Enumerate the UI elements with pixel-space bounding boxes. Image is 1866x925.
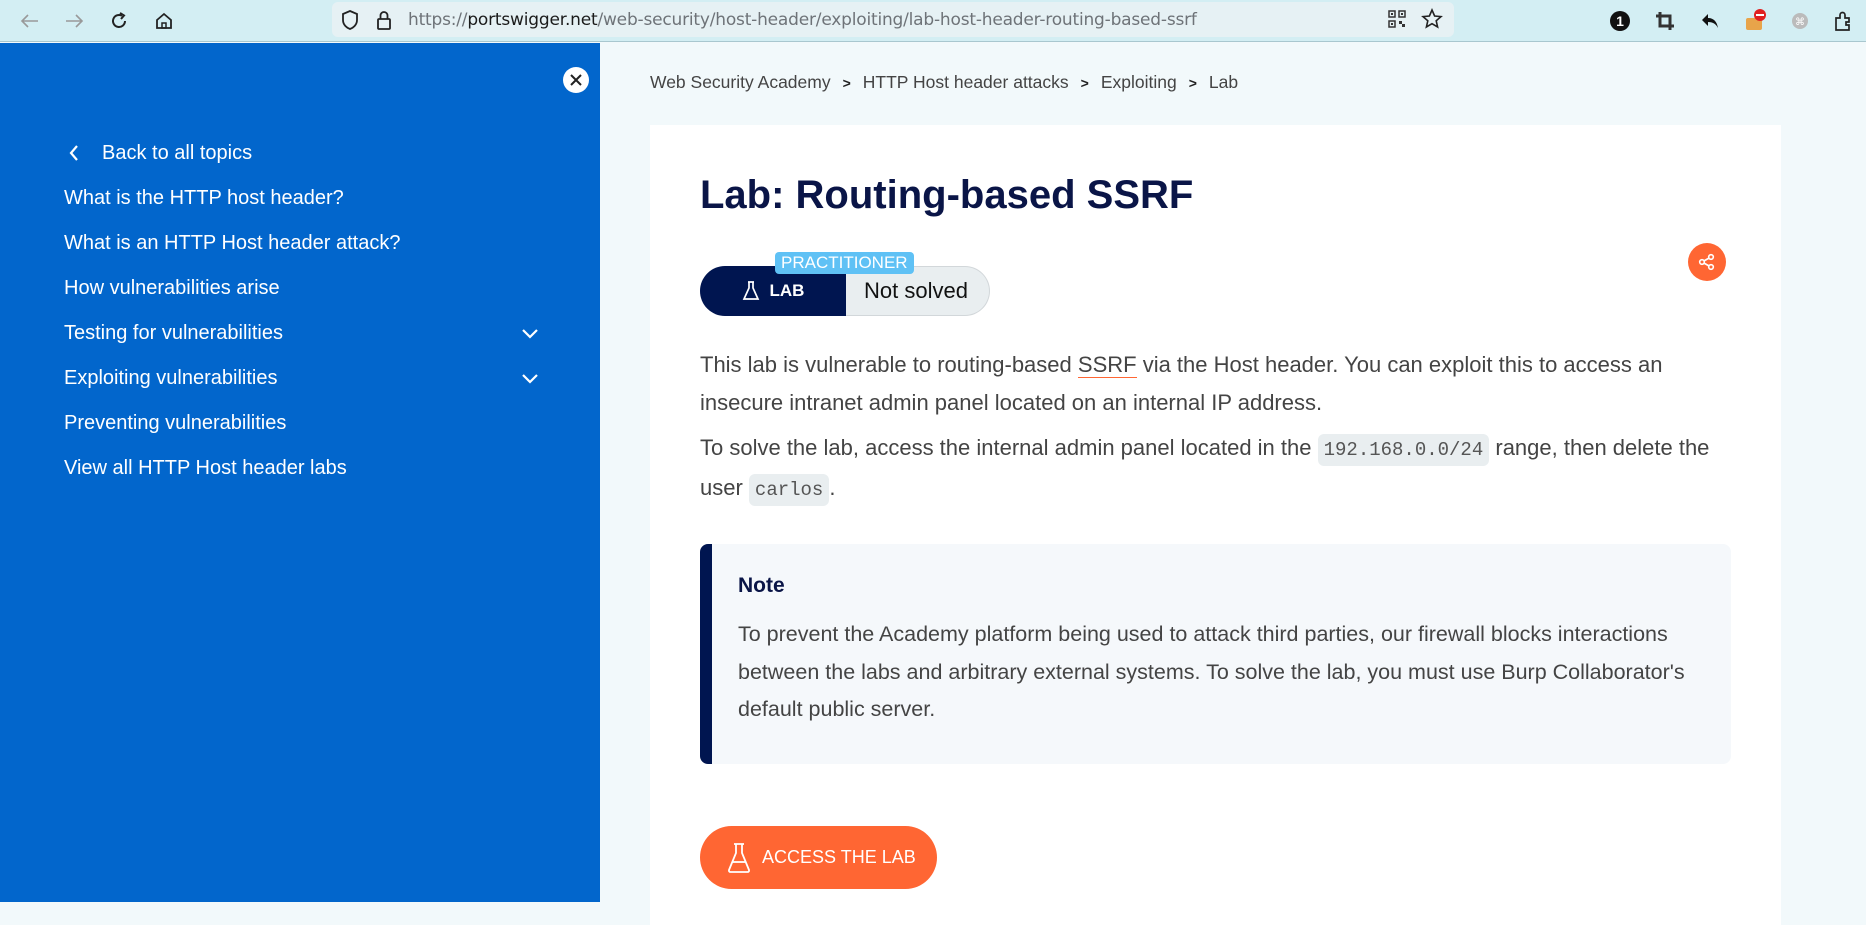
qr-code-icon[interactable]: [1388, 10, 1406, 33]
home-icon[interactable]: [148, 5, 180, 37]
chevron-down-icon[interactable]: [520, 369, 540, 389]
shield-icon[interactable]: [340, 9, 360, 36]
note-body: To prevent the Academy platform being us…: [738, 622, 1685, 721]
note-box: Note To prevent the Academy platform bei…: [700, 544, 1731, 764]
breadcrumb-separator: >: [1080, 75, 1089, 91]
objective-text: .: [829, 475, 836, 500]
extension-icon[interactable]: [1740, 6, 1770, 36]
sidebar-item-how-vulnerabilities-arise[interactable]: How vulnerabilities arise: [64, 277, 280, 300]
username-code: carlos: [748, 474, 830, 506]
lab-badge-label: LAB: [769, 281, 805, 300]
flask-icon: [728, 842, 750, 873]
lab-objective: To solve the lab, access the internal ad…: [700, 429, 1730, 509]
breadcrumb-academy[interactable]: Web Security Academy: [650, 72, 831, 92]
flask-icon: [742, 281, 759, 300]
description-text: This lab is vulnerable to routing-based: [700, 352, 1078, 377]
sidebar: Back to all topics What is the HTTP host…: [0, 43, 600, 902]
close-icon: [570, 74, 582, 86]
url-path: /web-security/host-header/exploiting/lab…: [597, 10, 1197, 30]
lab-description: This lab is vulnerable to routing-based …: [700, 346, 1730, 422]
access-lab-label: ACCESS THE LAB: [762, 847, 916, 867]
svg-text:1: 1: [1616, 13, 1624, 29]
level-badge: PRACTITIONER: [775, 252, 914, 274]
share-icon: [1698, 253, 1715, 271]
sidebar-item-view-all-labs[interactable]: View all HTTP Host header labs: [64, 457, 347, 480]
password-manager-icon[interactable]: 1: [1605, 6, 1635, 36]
breadcrumb-host-header-attacks[interactable]: HTTP Host header attacks: [863, 72, 1069, 92]
page-title: Lab: Routing-based SSRF: [700, 173, 1194, 217]
sidebar-item-testing[interactable]: Testing for vulnerabilities: [64, 322, 283, 345]
breadcrumb: Web Security Academy > HTTP Host header at…: [650, 72, 1238, 93]
sidebar-item-host-header-attack[interactable]: What is an HTTP Host header attack?: [64, 232, 400, 255]
url-text[interactable]: https://portswigger.net/web-security/hos…: [408, 10, 1197, 30]
extension-gray-icon[interactable]: ⌘: [1785, 6, 1815, 36]
svg-text:⌘: ⌘: [1795, 17, 1805, 28]
forward-icon[interactable]: [58, 5, 90, 37]
crop-icon[interactable]: [1650, 6, 1680, 36]
chevron-down-icon[interactable]: [520, 324, 540, 344]
chevron-left-icon: [69, 145, 78, 161]
bookmark-star-icon[interactable]: [1421, 7, 1443, 35]
ip-range-code: 192.168.0.0/24: [1317, 434, 1490, 466]
lab-status-badge: LAB Not solved PRACTITIONER: [700, 252, 990, 316]
back-icon[interactable]: [14, 5, 46, 37]
sidebar-item-exploiting[interactable]: Exploiting vulnerabilities: [64, 367, 277, 390]
lock-icon[interactable]: [375, 9, 393, 36]
url-domain: portswigger.net: [467, 10, 598, 30]
share-button[interactable]: [1688, 243, 1726, 281]
url-prefix: https://: [408, 10, 468, 30]
url-bar[interactable]: https://portswigger.net/web-security/hos…: [332, 2, 1454, 37]
reload-icon[interactable]: [103, 5, 135, 37]
breadcrumb-separator: >: [842, 75, 851, 91]
extensions-puzzle-icon[interactable]: [1828, 6, 1858, 36]
back-to-topics-label: Back to all topics: [102, 142, 253, 164]
breadcrumb-lab[interactable]: Lab: [1209, 72, 1238, 92]
access-lab-button[interactable]: ACCESS THE LAB: [700, 826, 937, 889]
ssrf-link[interactable]: SSRF: [1077, 352, 1137, 378]
note-title: Note: [738, 574, 785, 597]
sidebar-item-preventing[interactable]: Preventing vulnerabilities: [64, 412, 286, 435]
undo-icon[interactable]: [1695, 6, 1725, 36]
sidebar-item-what-is-host-header[interactable]: What is the HTTP host header?: [64, 187, 344, 210]
close-sidebar-button[interactable]: [563, 67, 589, 93]
breadcrumb-exploiting[interactable]: Exploiting: [1101, 72, 1177, 92]
objective-text: To solve the lab, access the internal ad…: [700, 435, 1318, 460]
browser-toolbar: https://portswigger.net/web-security/hos…: [0, 0, 1866, 42]
breadcrumb-separator: >: [1188, 75, 1197, 91]
content-card: [650, 125, 1781, 925]
